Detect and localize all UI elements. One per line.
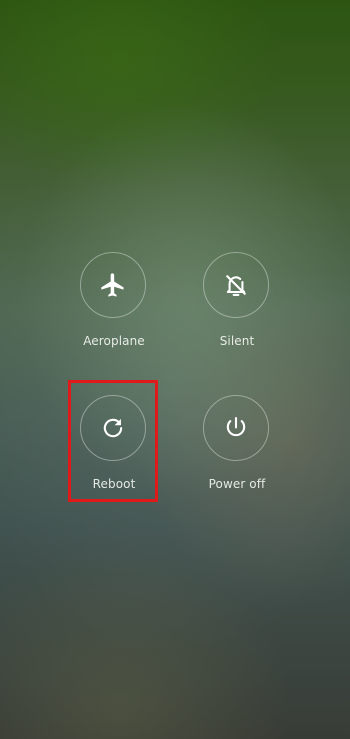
background-overlay (0, 0, 350, 739)
silent-button[interactable]: Silent (187, 252, 287, 352)
aeroplane-button-circle[interactable] (80, 252, 146, 318)
power-menu-screen: Aeroplane Silent Reboot Power off (0, 0, 350, 739)
reboot-label: Reboot (92, 477, 136, 491)
silent-label: Silent (219, 334, 255, 348)
power-off-label: Power off (208, 477, 266, 491)
power-icon (222, 414, 250, 442)
reboot-icon (99, 414, 127, 442)
reboot-button[interactable]: Reboot (64, 395, 164, 495)
silent-button-circle[interactable] (203, 252, 269, 318)
power-off-button[interactable]: Power off (187, 395, 287, 495)
power-off-button-circle[interactable] (203, 395, 269, 461)
aeroplane-button[interactable]: Aeroplane (64, 252, 164, 352)
reboot-button-circle[interactable] (80, 395, 146, 461)
airplane-icon (99, 271, 127, 299)
aeroplane-label: Aeroplane (83, 334, 145, 348)
bell-off-icon (222, 271, 250, 299)
